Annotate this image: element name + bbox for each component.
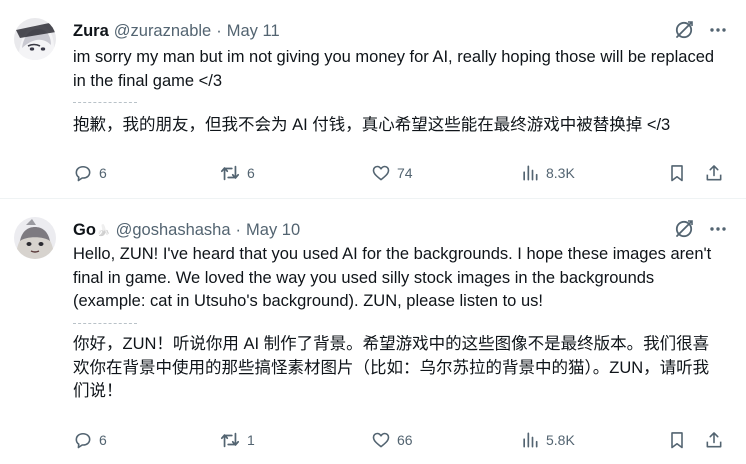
tweet-header: Go 🍌 @goshashasha · May 10 xyxy=(73,219,300,241)
separator-dot: · xyxy=(235,220,242,239)
tweet[interactable]: Zura @zuraznable · May 11 im sorry my ma… xyxy=(0,0,746,198)
heart-icon xyxy=(372,165,390,181)
tweet-date[interactable]: May 11 xyxy=(227,22,280,41)
retweet-icon xyxy=(220,432,240,448)
tweet-actions: 6 1 66 5.8K xyxy=(73,428,728,452)
display-name[interactable]: Go xyxy=(73,221,96,240)
more-icon[interactable] xyxy=(708,20,728,40)
retweet-count: 6 xyxy=(247,165,255,181)
tweet-translation: 抱歉，我的朋友，但我不会为 AI 付钱，真心希望这些能在最终游戏中被替换掉 </… xyxy=(73,116,671,134)
bookmark-button[interactable] xyxy=(667,430,687,450)
heart-icon xyxy=(372,432,390,448)
views-button[interactable]: 8.3K xyxy=(520,163,575,183)
tweet-date[interactable]: May 10 xyxy=(246,221,300,240)
tweet-translation: 你好，ZUN！听说你用 AI 制作了背景。希望游戏中的这些图像不是最终版本。我们… xyxy=(73,335,710,400)
name-badge: 🍌 xyxy=(96,224,111,237)
more-icon[interactable] xyxy=(708,219,728,239)
reply-icon xyxy=(75,432,91,449)
share-button[interactable] xyxy=(704,430,724,450)
tweet-text: Hello, ZUN! I've heard that you used AI … xyxy=(73,245,712,310)
share-button[interactable] xyxy=(704,163,724,183)
views-icon xyxy=(523,165,538,181)
reply-button[interactable]: 6 xyxy=(73,163,107,183)
grok-icon[interactable] xyxy=(674,20,694,40)
grok-icon[interactable] xyxy=(674,219,694,239)
views-count: 8.3K xyxy=(546,165,575,181)
retweet-button[interactable]: 6 xyxy=(219,163,255,183)
separator-dot: · xyxy=(216,21,222,40)
tweet-actions: 6 6 74 8.3K xyxy=(73,161,728,185)
tweet-header: Zura @zuraznable · May 11 xyxy=(73,20,280,42)
tweet-text: im sorry my man but im not giving you mo… xyxy=(73,48,715,90)
reply-button[interactable]: 6 xyxy=(73,430,107,450)
bookmark-button[interactable] xyxy=(667,163,687,183)
bookmark-icon xyxy=(671,165,683,182)
views-button[interactable]: 5.8K xyxy=(520,430,575,450)
like-count: 66 xyxy=(397,432,413,448)
views-icon xyxy=(523,432,538,448)
share-icon xyxy=(706,165,722,181)
retweet-button[interactable]: 1 xyxy=(219,430,255,450)
avatar[interactable] xyxy=(14,18,56,60)
retweet-icon xyxy=(220,165,240,181)
bookmark-icon xyxy=(671,432,683,449)
reply-count: 6 xyxy=(99,432,107,448)
share-icon xyxy=(706,432,722,448)
reply-count: 6 xyxy=(99,165,107,181)
like-count: 74 xyxy=(397,165,413,181)
like-button[interactable]: 74 xyxy=(371,163,413,183)
user-handle[interactable]: @zuraznable xyxy=(114,22,211,41)
tweet[interactable]: Go 🍌 @goshashasha · May 10 Hello, ZUN! I… xyxy=(0,199,746,464)
display-name[interactable]: Zura xyxy=(73,22,109,41)
translation-separator xyxy=(73,323,137,324)
user-handle[interactable]: @goshashasha xyxy=(116,221,231,240)
reply-icon xyxy=(75,165,91,182)
retweet-count: 1 xyxy=(247,432,255,448)
translation-separator xyxy=(73,102,137,103)
like-button[interactable]: 66 xyxy=(371,430,413,450)
avatar[interactable] xyxy=(14,217,56,259)
views-count: 5.8K xyxy=(546,432,575,448)
